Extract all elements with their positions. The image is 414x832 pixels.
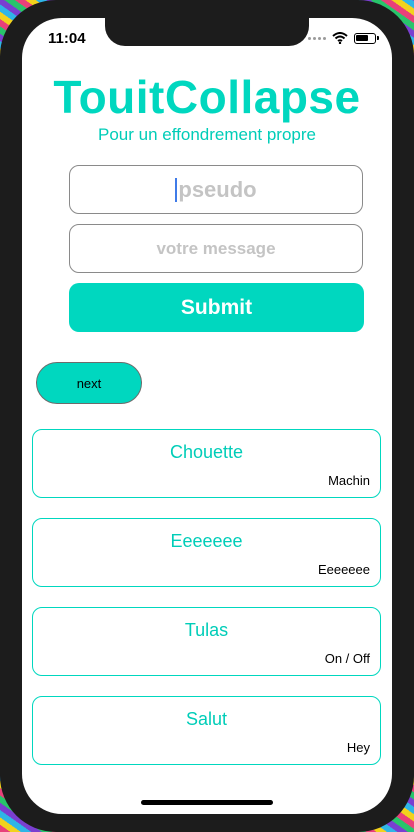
wifi-icon xyxy=(332,32,348,44)
pseudo-input[interactable]: pseudo xyxy=(69,165,363,214)
notch xyxy=(105,18,309,46)
message-card[interactable]: Chouette Machin xyxy=(32,429,381,498)
message-author: Eeeeeee xyxy=(317,562,370,577)
app-screen: 11:04 TouitCollapse Pour un effondrement… xyxy=(22,18,392,814)
app-title: TouitCollapse xyxy=(53,71,361,123)
message-text: Tulas xyxy=(184,620,229,640)
message-card[interactable]: Tulas On / Off xyxy=(32,607,381,676)
status-icons xyxy=(308,32,379,44)
signal-dots-icon xyxy=(308,36,326,40)
phone-frame: 11:04 TouitCollapse Pour un effondrement… xyxy=(0,0,414,832)
message-card[interactable]: Eeeeeee Eeeeeee xyxy=(32,518,381,587)
submit-button[interactable]: Submit xyxy=(69,283,364,332)
message-author: On / Off xyxy=(324,651,370,666)
message-input[interactable]: votre message xyxy=(69,224,363,273)
message-text: Salut xyxy=(185,709,228,729)
message-author: Machin xyxy=(328,473,370,488)
message-author: Hey xyxy=(346,740,370,755)
text-caret xyxy=(175,177,178,202)
message-text: Chouette xyxy=(169,442,244,462)
home-indicator[interactable] xyxy=(141,800,273,805)
message-text: Eeeeeee xyxy=(170,531,243,551)
message-placeholder: votre message xyxy=(156,238,276,258)
message-card[interactable]: Salut Hey xyxy=(32,696,381,765)
next-button[interactable]: next xyxy=(36,362,142,404)
app-subtitle: Pour un effondrement propre xyxy=(98,125,316,144)
battery-icon xyxy=(354,32,379,44)
pseudo-placeholder: pseudo xyxy=(178,176,257,202)
status-time: 11:04 xyxy=(48,30,86,47)
